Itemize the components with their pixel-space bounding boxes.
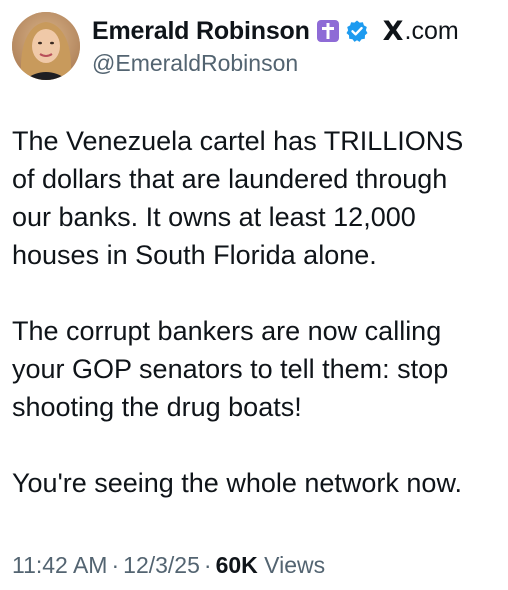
site-label: X .com [383, 16, 459, 47]
author-handle[interactable]: @EmeraldRobinson [92, 50, 496, 77]
x-logo-icon: X [382, 15, 404, 47]
avatar-image [12, 12, 80, 80]
verified-icon [345, 19, 369, 43]
post-text: The Venezuela cartel has TRILLIONS of do… [12, 122, 498, 502]
site-suffix: .com [404, 16, 459, 45]
post-meta: 11:42 AM · 12/3/25 · 60K Views [12, 552, 325, 579]
post-time[interactable]: 11:42 AM [12, 552, 107, 578]
views-label: Views [264, 552, 326, 578]
meta-separator: · [203, 552, 212, 578]
post-paragraph: You're seeing the whole network now. [12, 468, 462, 498]
post-header: Emerald Robinson X .com @EmeraldRobinson [12, 12, 496, 84]
avatar[interactable] [12, 12, 80, 80]
name-row: Emerald Robinson X .com [92, 14, 496, 48]
display-name[interactable]: Emerald Robinson [92, 17, 310, 46]
post-paragraph: The Venezuela cartel has TRILLIONS of do… [12, 126, 464, 270]
post-date[interactable]: 12/3/25 [123, 552, 200, 578]
meta-separator: · [111, 552, 120, 578]
author-info: Emerald Robinson X .com @EmeraldRobinson [92, 14, 496, 77]
cross-icon [316, 19, 340, 43]
views-count: 60K [215, 552, 258, 578]
post-paragraph: The corrupt bankers are now calling your… [12, 316, 449, 422]
post-card: Emerald Robinson X .com @EmeraldRobinson… [0, 0, 508, 590]
